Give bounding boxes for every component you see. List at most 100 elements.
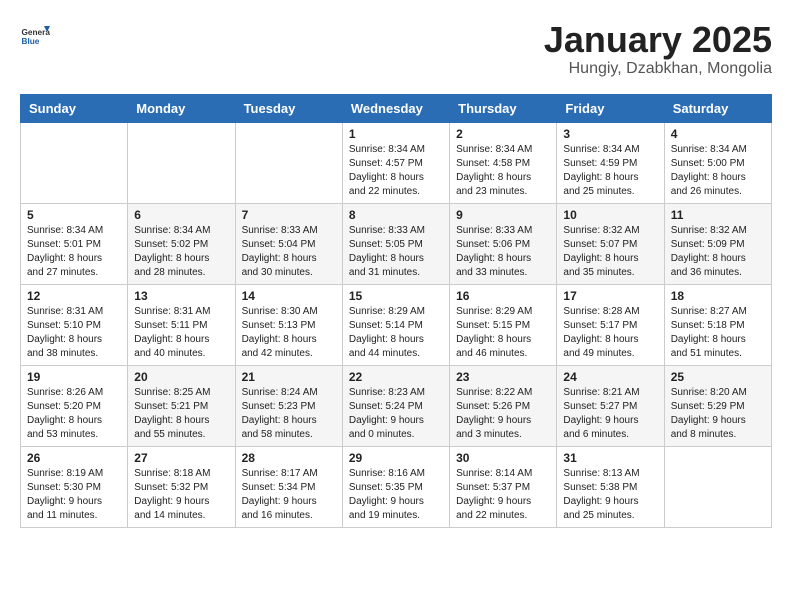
day-number: 12 — [27, 289, 121, 303]
day-number: 2 — [456, 127, 550, 141]
day-info: Sunrise: 8:17 AM Sunset: 5:34 PM Dayligh… — [242, 467, 336, 523]
weekday-header-monday: Monday — [128, 94, 235, 122]
day-number: 23 — [456, 370, 550, 384]
calendar-cell: 1 Sunrise: 8:34 AM Sunset: 4:57 PM Daylig… — [342, 122, 449, 203]
day-info: Sunrise: 8:29 AM Sunset: 5:14 PM Dayligh… — [349, 305, 443, 361]
calendar-cell — [664, 446, 771, 527]
day-number: 3 — [563, 127, 657, 141]
logo: General Blue — [20, 20, 50, 50]
calendar-cell: 10 Sunrise: 8:32 AM Sunset: 5:07 PM Dayli… — [557, 203, 664, 284]
calendar-week-row: 19 Sunrise: 8:26 AM Sunset: 5:20 PM Dayli… — [21, 365, 772, 446]
calendar-cell: 30Sunrise: 8:14 AM Sunset: 5:37 PM Dayli… — [450, 446, 557, 527]
calendar-cell: 22 Sunrise: 8:23 AM Sunset: 5:24 PM Dayli… — [342, 365, 449, 446]
calendar-cell: 25Sunrise: 8:20 AM Sunset: 5:29 PM Dayli… — [664, 365, 771, 446]
day-number: 22 — [349, 370, 443, 384]
day-number: 14 — [242, 289, 336, 303]
day-info: Sunrise: 8:29 AM Sunset: 5:15 PM Dayligh… — [456, 305, 550, 361]
day-number: 29 — [349, 451, 443, 465]
day-number: 26 — [27, 451, 121, 465]
calendar-cell: 26 Sunrise: 8:19 AM Sunset: 5:30 PM Dayli… — [21, 446, 128, 527]
day-number: 13 — [134, 289, 228, 303]
day-info: Sunrise: 8:34 AM Sunset: 5:00 PM Dayligh… — [671, 143, 765, 199]
calendar-cell: 9 Sunrise: 8:33 AM Sunset: 5:06 PM Daylig… — [450, 203, 557, 284]
calendar-cell: 8 Sunrise: 8:33 AM Sunset: 5:05 PM Daylig… — [342, 203, 449, 284]
calendar-cell: 27Sunrise: 8:18 AM Sunset: 5:32 PM Dayli… — [128, 446, 235, 527]
svg-text:Blue: Blue — [22, 37, 40, 46]
day-info: Sunrise: 8:16 AM Sunset: 5:35 PM Dayligh… — [349, 467, 443, 523]
calendar-cell — [235, 122, 342, 203]
weekday-header-sunday: Sunday — [21, 94, 128, 122]
header: General Blue January 2025 Hungiy, Dzabkh… — [20, 20, 772, 78]
day-info: Sunrise: 8:31 AM Sunset: 5:11 PM Dayligh… — [134, 305, 228, 361]
calendar-cell: 4 Sunrise: 8:34 AM Sunset: 5:00 PM Daylig… — [664, 122, 771, 203]
calendar-cell: 7 Sunrise: 8:33 AM Sunset: 5:04 PM Daylig… — [235, 203, 342, 284]
calendar-cell: 6 Sunrise: 8:34 AM Sunset: 5:02 PM Daylig… — [128, 203, 235, 284]
calendar-cell: 14 Sunrise: 8:30 AM Sunset: 5:13 PM Dayli… — [235, 284, 342, 365]
weekday-header-thursday: Thursday — [450, 94, 557, 122]
calendar-cell: 29 Sunrise: 8:16 AM Sunset: 5:35 PM Dayli… — [342, 446, 449, 527]
calendar-cell: 28Sunrise: 8:17 AM Sunset: 5:34 PM Dayli… — [235, 446, 342, 527]
day-info: Sunrise: 8:32 AM Sunset: 5:09 PM Dayligh… — [671, 224, 765, 280]
weekday-header-wednesday: Wednesday — [342, 94, 449, 122]
calendar-header-row: SundayMondayTuesdayWednesdayThursdayFrid… — [21, 94, 772, 122]
calendar-cell: 31 Sunrise: 8:13 AM Sunset: 5:38 PM Dayli… — [557, 446, 664, 527]
calendar-week-row: 26 Sunrise: 8:19 AM Sunset: 5:30 PM Dayli… — [21, 446, 772, 527]
calendar-cell — [21, 122, 128, 203]
day-info: Sunrise: 8:28 AM Sunset: 5:17 PM Dayligh… — [563, 305, 657, 361]
calendar-cell: 2 Sunrise: 8:34 AM Sunset: 4:58 PM Daylig… — [450, 122, 557, 203]
day-number: 15 — [349, 289, 443, 303]
calendar-week-row: 1 Sunrise: 8:34 AM Sunset: 4:57 PM Daylig… — [21, 122, 772, 203]
day-info: Sunrise: 8:33 AM Sunset: 5:04 PM Dayligh… — [242, 224, 336, 280]
logo-icon: General Blue — [20, 20, 50, 50]
day-info: Sunrise: 8:19 AM Sunset: 5:30 PM Dayligh… — [27, 467, 121, 523]
day-number: 6 — [134, 208, 228, 222]
day-info: Sunrise: 8:34 AM Sunset: 4:58 PM Dayligh… — [456, 143, 550, 199]
day-info: Sunrise: 8:13 AM Sunset: 5:38 PM Dayligh… — [563, 467, 657, 523]
day-info: Sunrise: 8:31 AM Sunset: 5:10 PM Dayligh… — [27, 305, 121, 361]
calendar-cell: 5 Sunrise: 8:34 AM Sunset: 5:01 PM Daylig… — [21, 203, 128, 284]
calendar: SundayMondayTuesdayWednesdayThursdayFrid… — [20, 94, 772, 528]
calendar-cell: 3 Sunrise: 8:34 AM Sunset: 4:59 PM Daylig… — [557, 122, 664, 203]
day-info: Sunrise: 8:33 AM Sunset: 5:05 PM Dayligh… — [349, 224, 443, 280]
day-number: 31 — [563, 451, 657, 465]
day-number: 27 — [134, 451, 228, 465]
day-number: 16 — [456, 289, 550, 303]
calendar-cell: 16 Sunrise: 8:29 AM Sunset: 5:15 PM Dayli… — [450, 284, 557, 365]
day-number: 7 — [242, 208, 336, 222]
day-number: 4 — [671, 127, 765, 141]
calendar-cell: 21 Sunrise: 8:24 AM Sunset: 5:23 PM Dayli… — [235, 365, 342, 446]
day-info: Sunrise: 8:32 AM Sunset: 5:07 PM Dayligh… — [563, 224, 657, 280]
day-info: Sunrise: 8:33 AM Sunset: 5:06 PM Dayligh… — [456, 224, 550, 280]
calendar-week-row: 5 Sunrise: 8:34 AM Sunset: 5:01 PM Daylig… — [21, 203, 772, 284]
day-number: 11 — [671, 208, 765, 222]
day-number: 20 — [134, 370, 228, 384]
calendar-cell: 12 Sunrise: 8:31 AM Sunset: 5:10 PM Dayli… — [21, 284, 128, 365]
day-info: Sunrise: 8:34 AM Sunset: 4:57 PM Dayligh… — [349, 143, 443, 199]
day-number: 21 — [242, 370, 336, 384]
calendar-cell: 11 Sunrise: 8:32 AM Sunset: 5:09 PM Dayli… — [664, 203, 771, 284]
weekday-header-tuesday: Tuesday — [235, 94, 342, 122]
day-number: 9 — [456, 208, 550, 222]
weekday-header-friday: Friday — [557, 94, 664, 122]
day-info: Sunrise: 8:23 AM Sunset: 5:24 PM Dayligh… — [349, 386, 443, 442]
day-info: Sunrise: 8:22 AM Sunset: 5:26 PM Dayligh… — [456, 386, 550, 442]
day-info: Sunrise: 8:21 AM Sunset: 5:27 PM Dayligh… — [563, 386, 657, 442]
day-number: 1 — [349, 127, 443, 141]
day-number: 19 — [27, 370, 121, 384]
calendar-week-row: 12 Sunrise: 8:31 AM Sunset: 5:10 PM Dayli… — [21, 284, 772, 365]
day-number: 17 — [563, 289, 657, 303]
day-info: Sunrise: 8:26 AM Sunset: 5:20 PM Dayligh… — [27, 386, 121, 442]
day-number: 24 — [563, 370, 657, 384]
calendar-cell: 17 Sunrise: 8:28 AM Sunset: 5:17 PM Dayli… — [557, 284, 664, 365]
day-info: Sunrise: 8:34 AM Sunset: 5:01 PM Dayligh… — [27, 224, 121, 280]
day-info: Sunrise: 8:34 AM Sunset: 5:02 PM Dayligh… — [134, 224, 228, 280]
day-info: Sunrise: 8:30 AM Sunset: 5:13 PM Dayligh… — [242, 305, 336, 361]
day-info: Sunrise: 8:24 AM Sunset: 5:23 PM Dayligh… — [242, 386, 336, 442]
day-info: Sunrise: 8:14 AM Sunset: 5:37 PM Dayligh… — [456, 467, 550, 523]
day-number: 8 — [349, 208, 443, 222]
day-info: Sunrise: 8:27 AM Sunset: 5:18 PM Dayligh… — [671, 305, 765, 361]
calendar-cell: 15 Sunrise: 8:29 AM Sunset: 5:14 PM Dayli… — [342, 284, 449, 365]
day-number: 10 — [563, 208, 657, 222]
day-number: 5 — [27, 208, 121, 222]
day-info: Sunrise: 8:34 AM Sunset: 4:59 PM Dayligh… — [563, 143, 657, 199]
